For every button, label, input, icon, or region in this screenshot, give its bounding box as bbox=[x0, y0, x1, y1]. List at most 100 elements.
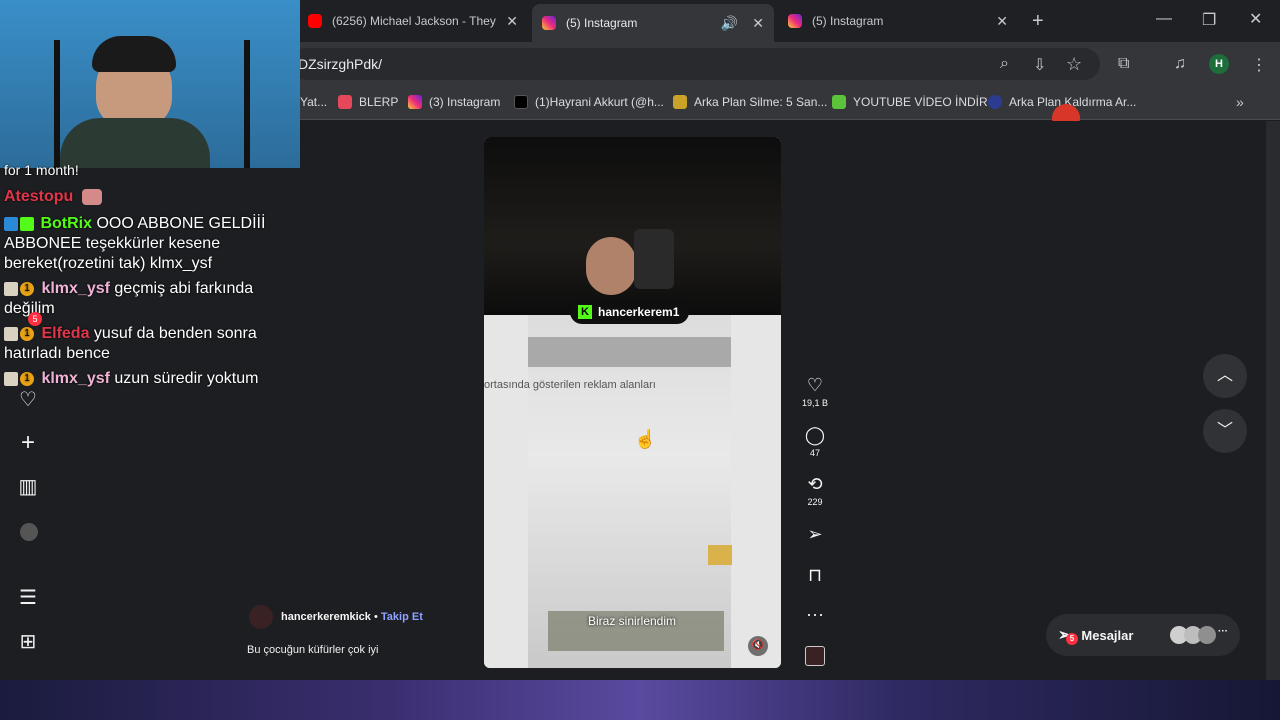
chair-edge bbox=[54, 40, 60, 168]
bookmark-icon: ⊓ bbox=[807, 565, 823, 585]
bookmark-item[interactable]: Arka Plan Silme: 5 San... bbox=[673, 95, 827, 109]
blurred-search-bar bbox=[528, 337, 731, 367]
bookmark-star-icon[interactable]: ☆ bbox=[1066, 54, 1082, 75]
mute-icon[interactable]: 🔇 bbox=[748, 636, 768, 656]
send-icon: ➢ bbox=[807, 524, 823, 544]
menu-kebab-icon[interactable]: ⋮ bbox=[1251, 55, 1267, 75]
chat-message: Atestopu bbox=[4, 187, 102, 207]
extensions-icon[interactable]: ⧉ bbox=[1118, 55, 1129, 73]
share-button[interactable]: ➢ bbox=[799, 523, 831, 545]
close-tab-icon[interactable]: ✕ bbox=[506, 13, 518, 30]
screen-margin bbox=[731, 315, 781, 668]
gift-badge-icon: 1 bbox=[20, 326, 34, 341]
cat-emote-icon bbox=[81, 188, 102, 205]
youtube-icon bbox=[308, 14, 322, 28]
gift-badge-icon: 1 bbox=[20, 371, 34, 386]
author-line: hancerkeremkick • Takip Et bbox=[281, 611, 423, 623]
gaming-chair bbox=[634, 229, 674, 289]
minimize-icon[interactable]: — bbox=[1156, 10, 1172, 28]
install-app-icon[interactable]: ⇩ bbox=[1033, 55, 1046, 75]
tab-youtube[interactable]: (6256) Michael Jackson - They Don't Care… bbox=[298, 6, 528, 36]
messages-button[interactable]: ➢ 5 Mesajlar ··· bbox=[1046, 614, 1240, 656]
verified-badge-icon bbox=[20, 216, 34, 231]
create-plus-icon[interactable]: + bbox=[16, 431, 40, 455]
instagram-icon bbox=[542, 16, 556, 30]
reel-video[interactable]: ortasında gösterilen reklam alanları K h… bbox=[484, 137, 781, 668]
chevron-down-icon: ﹀ bbox=[1216, 422, 1233, 439]
repost-icon: ⟲ bbox=[807, 474, 823, 494]
follow-button[interactable]: Takip Et bbox=[381, 611, 423, 623]
blerp-icon bbox=[338, 95, 352, 109]
notification-badge: 5 bbox=[28, 312, 42, 326]
author-name[interactable]: hancerkeremkick bbox=[281, 611, 371, 623]
like-button[interactable]: ♡ 19,1 B bbox=[799, 374, 831, 408]
screen-margin bbox=[484, 315, 528, 668]
streamer-hair bbox=[92, 36, 176, 72]
speaker-icon[interactable]: 🔊 bbox=[721, 15, 738, 32]
sub-badge-icon bbox=[4, 371, 18, 386]
more-options-button[interactable]: ··· bbox=[799, 603, 831, 625]
chat-message: BotRix OOO ABBONE GELDİİİ bbox=[4, 214, 265, 234]
heart-icon: ♡ bbox=[806, 375, 824, 395]
page-scrollbar[interactable] bbox=[1266, 121, 1280, 680]
media-control-icon[interactable]: ♫ bbox=[1174, 55, 1186, 73]
new-tab-icon[interactable]: + bbox=[1032, 10, 1044, 33]
video-caption: Biraz sinirlendim bbox=[587, 614, 677, 628]
chat-message: 1 Elfeda yusuf da benden sonra bbox=[4, 324, 257, 344]
cursor-hand-icon: ☝ bbox=[634, 429, 657, 449]
comment-button[interactable]: ◯ 47 bbox=[799, 424, 831, 458]
bookmark-item[interactable]: BLERP bbox=[338, 95, 398, 109]
bookmark-item[interactable]: Yat... bbox=[300, 95, 327, 109]
streamer-face bbox=[586, 237, 636, 295]
chair-edge bbox=[244, 40, 250, 168]
apps-grid-icon[interactable]: ⊞ bbox=[16, 630, 40, 654]
chat-message: 1 klmx_ysf uzun süredir yoktum bbox=[4, 369, 258, 389]
chat-partial-line: for 1 month! bbox=[4, 162, 79, 178]
screen-text: ortasında gösterilen reklam alanları bbox=[484, 379, 656, 391]
more-bookmarks-icon[interactable]: » bbox=[1236, 94, 1244, 110]
insights-chart-icon[interactable]: ▥ bbox=[16, 475, 40, 499]
avatar bbox=[1198, 626, 1216, 644]
menu-hamburger-icon[interactable]: ☰ bbox=[16, 586, 40, 610]
chat-continuation: ABBONEE teşekkürler kesene bbox=[4, 235, 221, 252]
heart-icon[interactable]: ♡ bbox=[16, 388, 40, 412]
zoom-icon[interactable]: ⌕ bbox=[1000, 55, 1009, 73]
bookmark-item[interactable]: YOUTUBE VİDEO İNDİR bbox=[832, 95, 988, 109]
author-avatar[interactable] bbox=[249, 605, 273, 629]
save-button[interactable]: ⊓ bbox=[799, 564, 831, 586]
tiktok-icon bbox=[514, 95, 528, 109]
bookmark-item[interactable]: (1)Hayrani Akkurt (@h... bbox=[514, 95, 664, 109]
repost-button[interactable]: ⟲ 229 bbox=[799, 473, 831, 507]
more-dots-icon: ··· bbox=[806, 604, 824, 624]
tab-instagram-active[interactable]: (5) Instagram 🔊 ✕ bbox=[532, 4, 774, 42]
restore-icon[interactable]: ❐ bbox=[1202, 10, 1216, 30]
blurred-thumbnail bbox=[708, 545, 732, 565]
profile-avatar[interactable] bbox=[20, 523, 38, 541]
audio-thumbnail[interactable] bbox=[805, 646, 825, 666]
like-count: 19,1 B bbox=[801, 398, 829, 408]
sub-badge-icon bbox=[4, 281, 18, 296]
profile-avatar[interactable]: H bbox=[1209, 54, 1229, 74]
messages-badge: 5 bbox=[1066, 633, 1078, 645]
chat-continuation: bereket(rozetini tak) klmx_ysf bbox=[4, 255, 213, 272]
close-tab-icon[interactable]: ✕ bbox=[996, 13, 1008, 30]
streamer-cam-area bbox=[484, 137, 781, 315]
remove-bg-icon bbox=[988, 95, 1002, 109]
instagram-icon bbox=[408, 95, 422, 109]
tab-instagram[interactable]: (5) Instagram ✕ bbox=[778, 6, 1018, 36]
reel-description: Bu çocuğun küfürler çok iyi bbox=[247, 644, 379, 656]
more-dots-icon: ··· bbox=[1218, 626, 1228, 637]
address-bar[interactable]: DZsirzghPdk/ bbox=[290, 48, 1100, 80]
comment-count: 47 bbox=[809, 448, 820, 458]
bookmark-item[interactable]: (3) Instagram bbox=[408, 95, 500, 109]
repost-count: 229 bbox=[807, 497, 823, 507]
webcam-overlay bbox=[0, 0, 300, 168]
next-reel-button[interactable]: ﹀ bbox=[1203, 409, 1247, 453]
chat-message: 1 klmx_ysf geçmiş abi farkında bbox=[4, 279, 253, 299]
channel-badge: K hancerkerem1 bbox=[570, 300, 690, 324]
close-window-icon[interactable]: ✕ bbox=[1249, 9, 1262, 29]
previous-reel-button[interactable]: ︿ bbox=[1203, 354, 1247, 398]
close-tab-icon[interactable]: ✕ bbox=[752, 15, 764, 32]
kick-logo-icon: K bbox=[578, 305, 592, 319]
desktop-wallpaper-strip bbox=[0, 680, 1280, 720]
